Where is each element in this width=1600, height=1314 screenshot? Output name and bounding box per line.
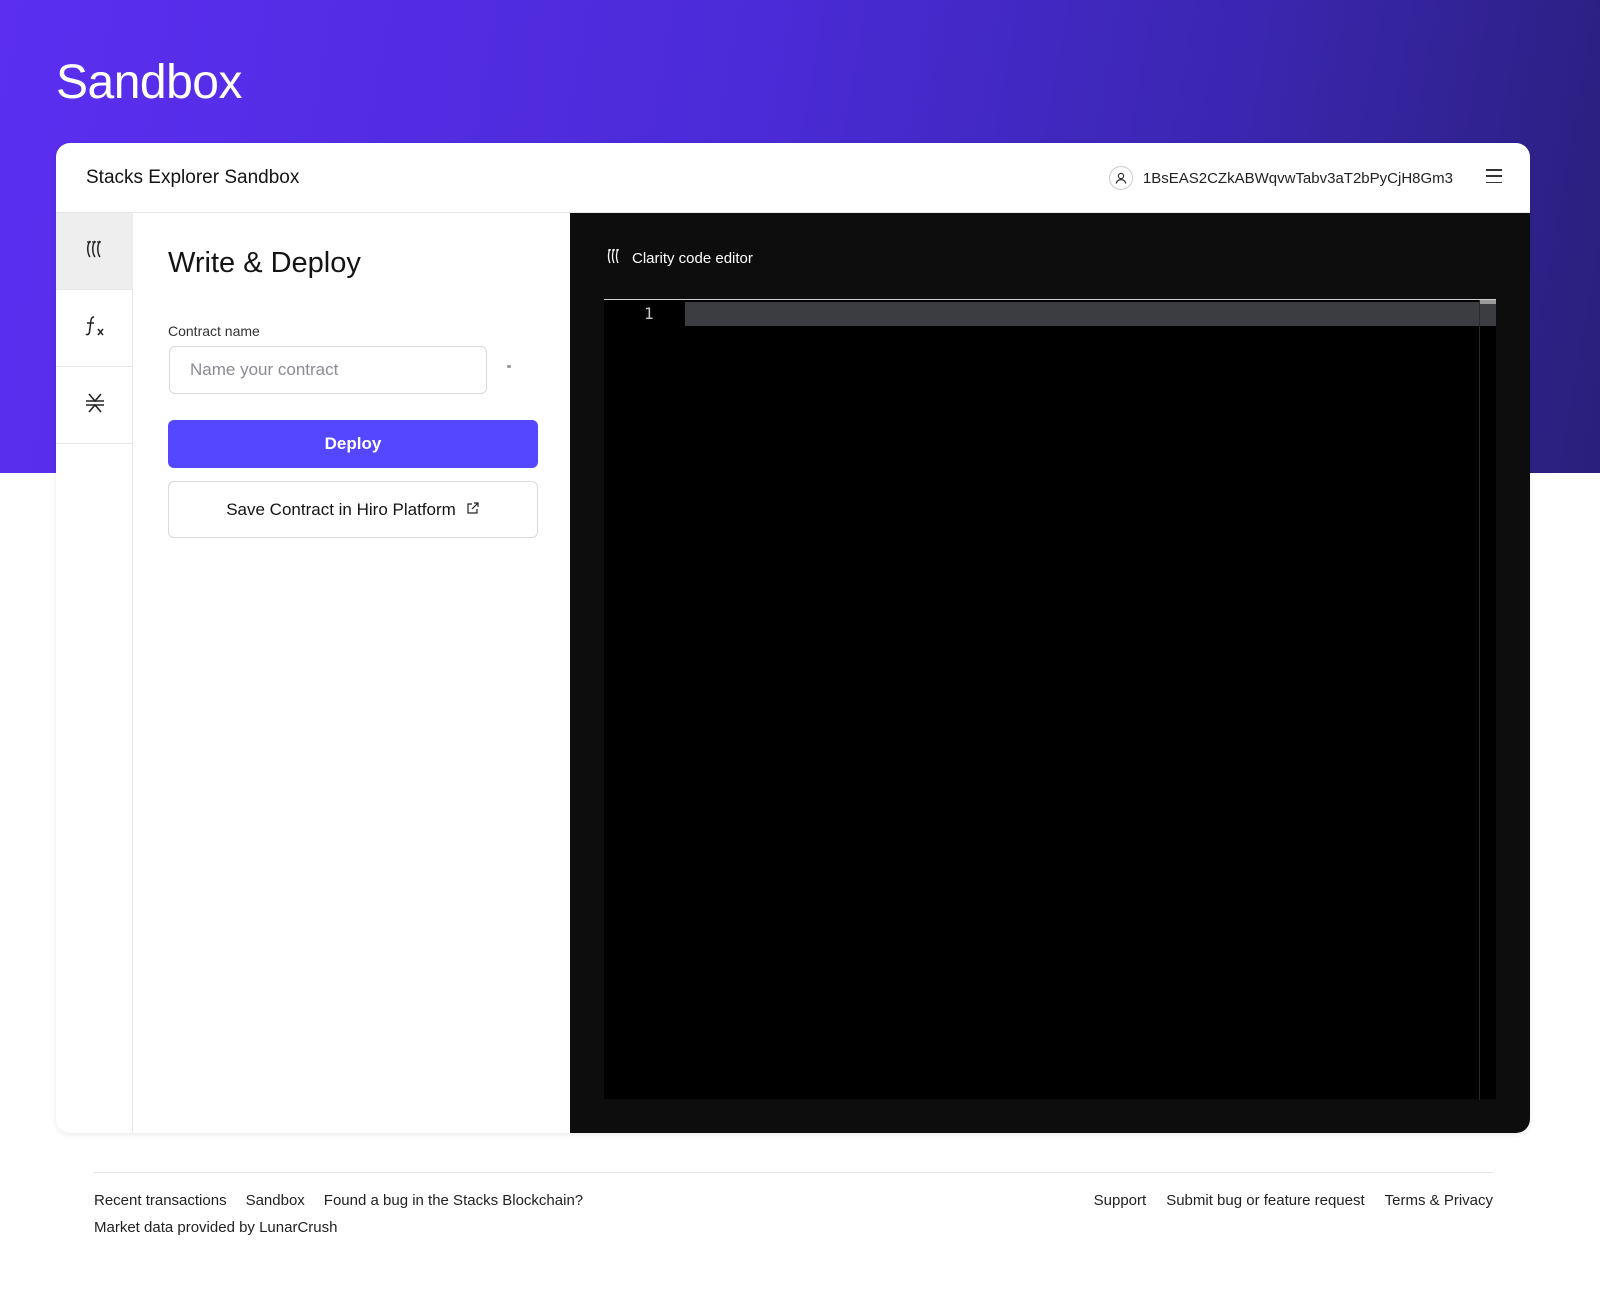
code-editor-panel: Clarity code editor 1 [570,213,1530,1133]
account-address: 1BsEAS2CZkABWqvwTabv3aT2bPyCjH8Gm3 [1142,169,1453,187]
rail-item-stx-transfer[interactable] [56,367,133,444]
current-line-highlight [685,302,1496,326]
rail-item-call-function[interactable] [56,290,133,367]
footer-link-support[interactable]: Support [1094,1192,1147,1209]
editor-title: Clarity code editor [606,247,753,269]
sandbox-card: Stacks Explorer Sandbox 1BsEAS2CZkABWqvw… [56,143,1530,1133]
clarity-icon [84,238,106,265]
rail-item-write-deploy[interactable] [56,213,133,290]
card-title: Stacks Explorer Sandbox [86,167,300,188]
footer: Recent transactions Sandbox Found a bug … [94,1172,1493,1236]
external-link-icon [466,500,480,520]
account-info[interactable]: 1BsEAS2CZkABWqvwTabv3aT2bPyCjH8Gm3 [1108,166,1453,190]
card-header: Stacks Explorer Sandbox 1BsEAS2CZkABWqvw… [56,143,1530,213]
clarity-icon [606,247,622,269]
footer-right-links: Support Submit bug or feature request Te… [1094,1192,1493,1209]
save-contract-button[interactable]: Save Contract in Hiro Platform [168,481,538,538]
random-name-icon[interactable] [507,365,511,368]
user-icon [1108,166,1133,190]
code-editor[interactable]: 1 [604,299,1496,1100]
stacks-icon [83,391,107,420]
editor-scroll-thumb[interactable] [1480,300,1496,304]
footer-left-links: Recent transactions Sandbox Found a bug … [94,1192,583,1209]
editor-title-text: Clarity code editor [632,249,753,267]
footer-link-sandbox[interactable]: Sandbox [246,1192,305,1209]
save-contract-label: Save Contract in Hiro Platform [226,499,456,519]
footer-link-terms[interactable]: Terms & Privacy [1385,1192,1493,1209]
line-number: 1 [644,304,654,323]
function-icon [83,314,107,343]
editor-scrollbar[interactable] [1479,300,1480,1100]
deploy-button[interactable]: Deploy [168,420,538,468]
contract-name-label: Contract name [168,323,260,339]
footer-market-data-note: Market data provided by LunarCrush [94,1219,338,1236]
panel-heading: Write & Deploy [168,247,361,279]
contract-name-input[interactable] [169,346,487,394]
footer-link-submit-bug[interactable]: Submit bug or feature request [1166,1192,1364,1209]
menu-icon[interactable] [1486,169,1502,183]
sidebar-rail [56,213,133,1133]
footer-link-recent-transactions[interactable]: Recent transactions [94,1192,227,1209]
footer-link-report-bug[interactable]: Found a bug in the Stacks Blockchain? [324,1192,583,1209]
page-title: Sandbox [56,56,243,109]
write-deploy-panel: Write & Deploy Contract name Deploy Save… [134,213,570,1133]
